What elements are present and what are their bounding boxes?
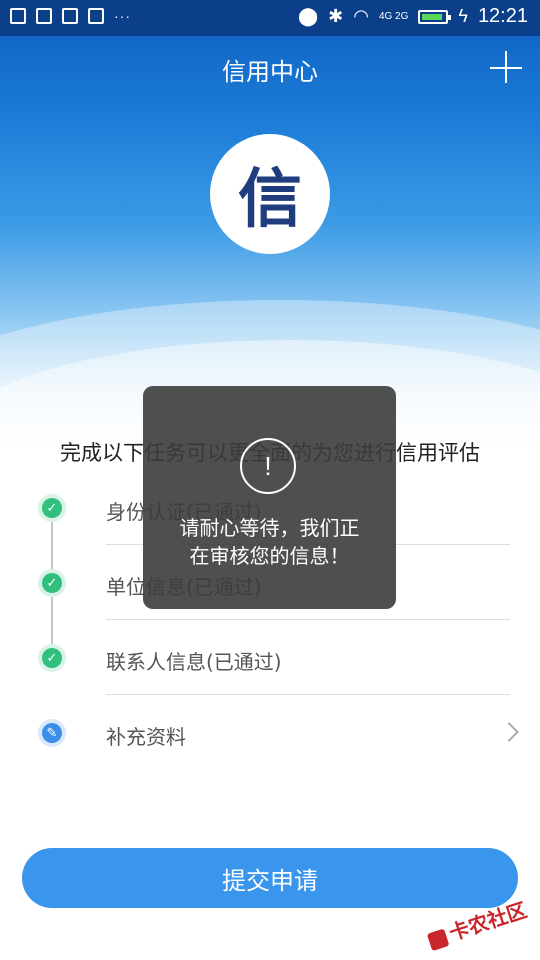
task-item-supplement[interactable]: ✎ 补充资料 (0, 695, 540, 770)
wifi-icon: ◠ (353, 6, 369, 26)
check-icon: ✓ (38, 569, 66, 597)
battery-icon (418, 9, 452, 24)
toast-message: 请耐心等待，我们正 在审核您的信息！ (157, 514, 382, 570)
task-item-contacts[interactable]: ✓ 联系人信息(已通过) (0, 620, 540, 695)
toast-line: 请耐心等待，我们正 (179, 516, 360, 540)
page-title: 信用中心 (222, 58, 318, 86)
check-icon: ✓ (38, 644, 66, 672)
clock: 12:21 (477, 5, 528, 27)
task-label: 补充资料 (106, 725, 186, 749)
location-icon: ⬤ (297, 6, 319, 26)
more-dots-icon: ··· (114, 8, 131, 24)
review-toast: ! 请耐心等待，我们正 在审核您的信息！ (143, 386, 396, 609)
exclamation-icon: ! (240, 438, 296, 494)
signal-icon: 4G 2G (378, 10, 409, 22)
submit-button[interactable]: 提交申请 (22, 848, 518, 908)
edit-icon: ✎ (38, 719, 66, 747)
logo: 信 (210, 134, 330, 254)
message-icon (62, 8, 78, 24)
bluetooth-icon: ✱ (328, 6, 344, 26)
logo-text: 信 (238, 163, 302, 237)
image-icon (10, 8, 26, 24)
status-bar: ··· ⬤ ✱ ◠ 4G 2G ϟ 12:21 (0, 0, 540, 36)
task-label: 联系人信息(已通过) (106, 650, 282, 674)
watermark-logo-icon (426, 927, 450, 951)
apps-icon (36, 8, 52, 24)
plus-icon[interactable] (490, 50, 526, 86)
toast-line: 在审核您的信息！ (189, 544, 350, 568)
charging-icon: ϟ (458, 6, 468, 26)
check-icon: ✓ (38, 494, 66, 522)
apps-icon (88, 8, 104, 24)
